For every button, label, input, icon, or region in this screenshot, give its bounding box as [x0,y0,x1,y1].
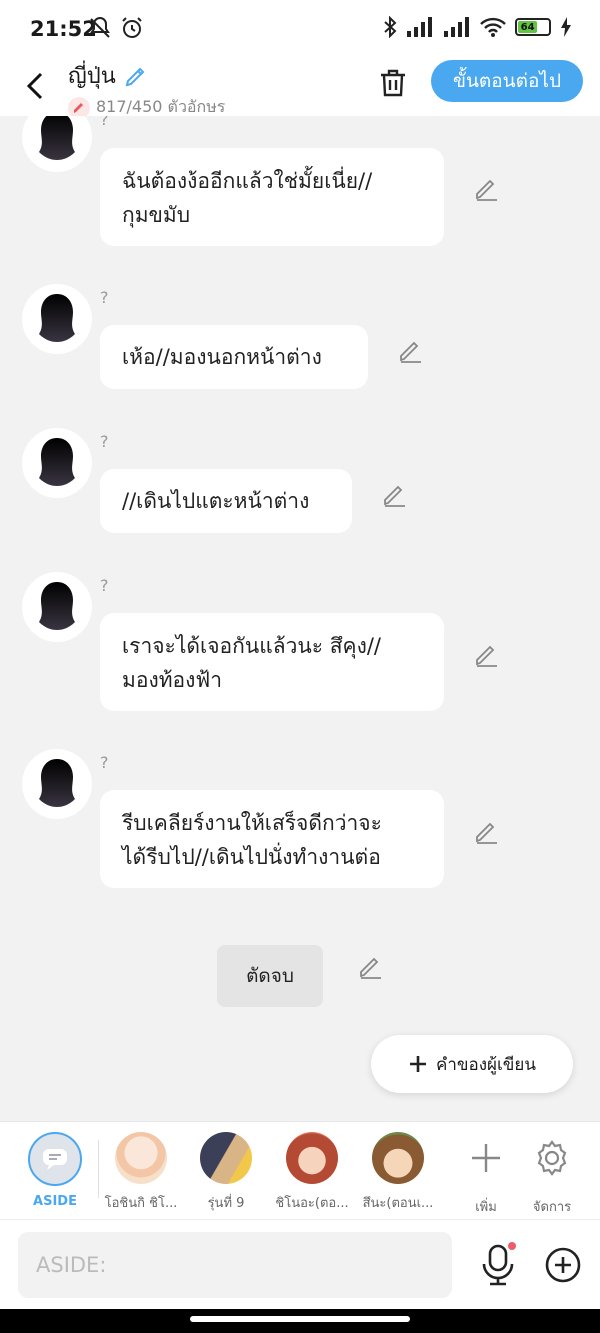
message-bubble[interactable]: เห้อ//มองนอกหน้าต่าง [100,325,368,389]
signal-icon [407,17,432,37]
character-name: ASIDE [33,1194,77,1209]
edit-message-icon[interactable] [398,338,424,364]
input-bar: ASIDE: [0,1219,600,1309]
character-name: ชิโนอะ(ตอ... [275,1196,349,1211]
microphone-icon[interactable] [478,1242,518,1288]
silhouette-icon [39,438,75,486]
gear-icon [537,1140,567,1176]
character-item[interactable]: รุ่นที่ 9 [186,1132,266,1213]
silhouette-icon [39,116,75,160]
plus-icon [409,1056,426,1072]
message-input[interactable]: ASIDE: [18,1232,452,1298]
end-story-button[interactable]: ตัดจบ [217,945,323,1007]
character-avatar [372,1132,424,1184]
manage-button[interactable]: จัดการ [512,1132,592,1217]
plus-icon [472,1144,500,1172]
character-item[interactable]: ชิโนอะ(ตอ... [272,1132,352,1213]
speaker-name: ? [100,753,109,772]
speaker-avatar[interactable] [22,116,92,172]
speaker-name: ? [100,116,109,129]
aside-avatar [28,1132,82,1186]
silhouette-icon [39,294,75,342]
character-name: รุ่นที่ 9 [207,1196,245,1211]
alarm-off-icon [90,17,110,38]
divider [98,1140,99,1198]
manage-label: จัดการ [532,1200,572,1215]
header: ญี่ปุ่น 817/450 ตัวอักษร ขั้นตอนต่อไป [0,58,600,119]
character-item[interactable]: โอชินกิ ชิโ... [101,1132,181,1213]
navigation-bar [0,1309,600,1333]
silhouette-icon [39,759,75,807]
character-avatar [200,1132,252,1184]
silhouette-icon [39,582,75,630]
story-title[interactable]: ญี่ปุ่น [68,58,225,93]
character-bar: ASIDE โอชินกิ ชิโ... รุ่นที่ 9 ชิโนอะ(ตอ… [0,1121,600,1219]
speaker-avatar[interactable] [22,284,92,354]
character-name: โอชินกิ ชิโ... [104,1196,178,1211]
message-bubble[interactable]: ฉันต้องง้ออีกแล้วใช่มั้ยเนี่ย// กุมขมับ [100,148,444,246]
add-circle-icon[interactable] [544,1246,582,1284]
edit-message-icon[interactable] [474,642,500,668]
status-bar: 21:52 64 [0,0,600,58]
edit-message-icon[interactable] [382,482,408,508]
author-words-button[interactable]: คำของผู้เขียน [371,1035,573,1093]
message-bubble[interactable]: เราจะได้เจอกันแล้วนะ สึคุง// มองท้องฟ้า [100,613,444,711]
wifi-icon [480,17,506,37]
character-avatar [286,1132,338,1184]
signal-icon-2 [444,17,469,37]
edit-title-icon[interactable] [124,64,148,88]
author-words-label: คำของผู้เขียน [435,1054,537,1075]
charging-icon [561,17,571,37]
character-item[interactable]: สึนะ(ตอนเ... [358,1132,438,1213]
speaker-name: ? [100,432,109,451]
edit-ending-icon[interactable] [358,954,384,980]
character-name: สึนะ(ตอนเ... [362,1196,434,1211]
speaker-name: ? [100,288,109,307]
delete-button[interactable] [376,64,410,102]
status-time: 21:52 [30,17,97,41]
home-indicator[interactable] [190,1316,410,1322]
edit-message-icon[interactable] [474,176,500,202]
back-arrow-icon [26,72,43,100]
edit-message-icon[interactable] [474,819,500,845]
speaker-avatar[interactable] [22,572,92,642]
speaker-avatar[interactable] [22,428,92,498]
battery-icon: 64 [515,18,551,36]
speaker-name: ? [100,576,109,595]
trash-icon [381,69,405,97]
speaker-avatar[interactable] [22,749,92,819]
chat-bubble-icon [43,1149,67,1170]
character-aside[interactable]: ASIDE [15,1132,95,1209]
message-bubble[interactable]: //เดินไปแตะหน้าต่าง [100,469,352,533]
character-avatar [115,1132,167,1184]
bluetooth-icon [384,16,397,38]
title-text: ญี่ปุ่น [68,64,116,89]
message-list[interactable]: ? ฉันต้องง้ออีกแล้วใช่มั้ยเนี่ย// กุมขมั… [0,116,600,1121]
message-bubble[interactable]: รีบเคลียร์งานให้เสร็จดีกว่าจะ ได้รีบไป//… [100,790,444,888]
next-step-button[interactable]: ขั้นตอนต่อไป [431,60,583,102]
back-button[interactable] [20,66,50,106]
alarm-icon [122,17,142,38]
